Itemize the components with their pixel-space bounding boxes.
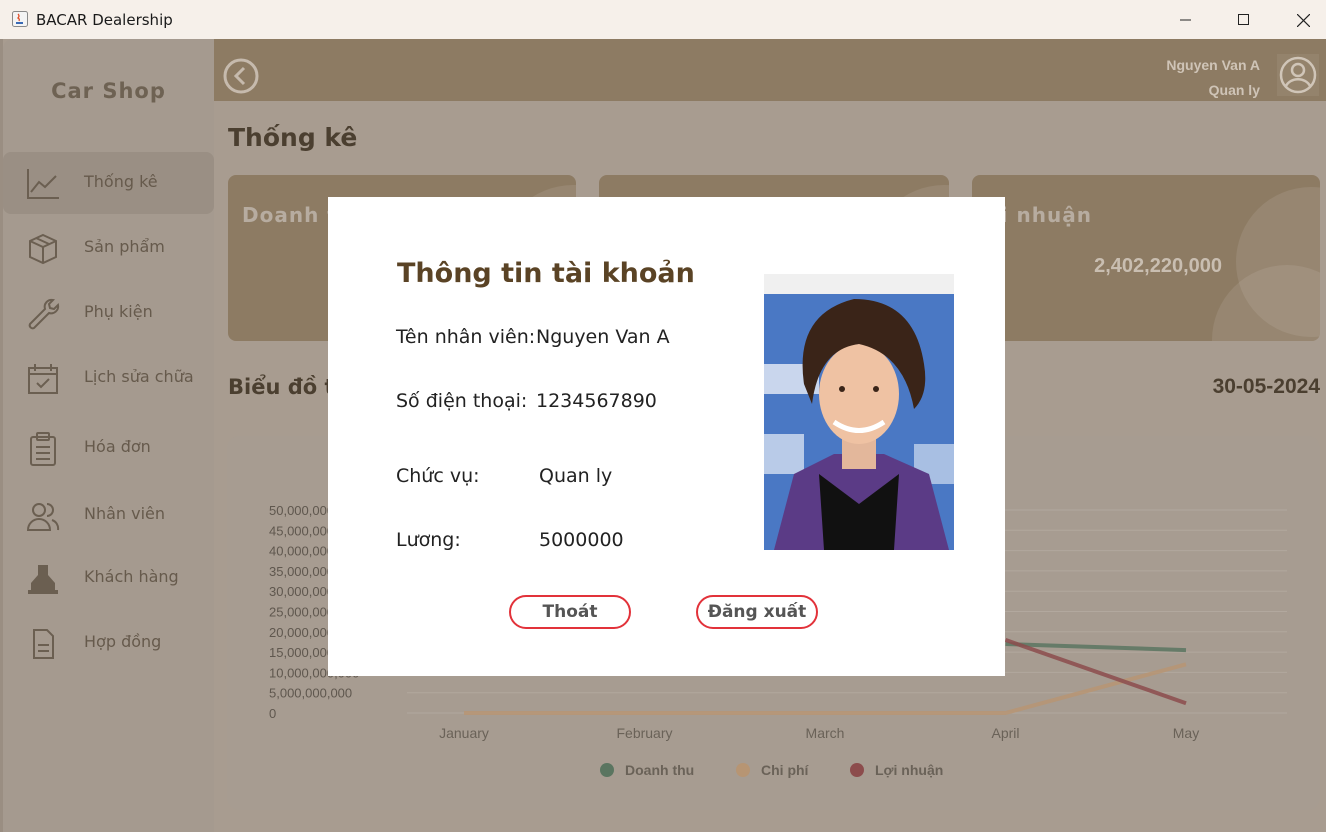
chart-title: Biểu đồ t: [228, 375, 335, 399]
chart-x-tick-label: March: [806, 725, 845, 741]
calendar-check-icon: [28, 364, 58, 394]
header-user-role: Quan ly: [1208, 82, 1260, 98]
stat-card-value: 2,402,220,000: [1094, 255, 1222, 277]
java-app-icon: [12, 11, 28, 27]
employee-photo: [764, 274, 954, 550]
minimize-icon: [1180, 19, 1191, 21]
users-icon: [26, 503, 60, 531]
chart-x-tick-label: January: [439, 725, 489, 741]
chart-legend-label: Chi phí: [761, 762, 810, 778]
document-icon: [33, 629, 54, 659]
sidebar-item-label: Hóa đơn: [84, 437, 151, 456]
chart-y-tick-label: 5,000,000,000: [269, 686, 352, 701]
employee-name-label: Tên nhân viên:: [396, 326, 536, 348]
sidebar-item-label: Khách hàng: [84, 567, 179, 586]
sidebar-item-san-pham[interactable]: Sản phẩm: [3, 217, 214, 279]
position-label: Chức vụ:: [396, 465, 480, 487]
stat-card-label: Doanh t: [242, 203, 338, 227]
dialog-title: Thông tin tài khoản: [397, 258, 695, 289]
salary-value: 5000000: [539, 529, 624, 551]
date-label: 30-05-2024: [1212, 375, 1320, 398]
sidebar-item-nhan-vien[interactable]: Nhân viên: [3, 484, 214, 546]
window-title: BACAR Dealership: [36, 11, 173, 29]
minimize-button[interactable]: [1163, 6, 1209, 34]
chart-legend-marker: [850, 763, 864, 777]
sidebar-item-hop-dong[interactable]: Hợp đồng: [3, 612, 214, 674]
chart-y-tick-label: 0: [269, 706, 276, 721]
close-icon: [1296, 13, 1310, 27]
sidebar: Car Shop Thống kê Sản phẩm Phụ kiện Lịch…: [3, 39, 214, 832]
chart-legend-marker: [600, 763, 614, 777]
trend-chart-icon: [27, 169, 59, 199]
position-value: Quan ly: [539, 465, 613, 487]
stat-card-profit: ợi nhuận 2,402,220,000: [972, 175, 1320, 341]
chart-x-tick-label: May: [1173, 725, 1199, 741]
sidebar-item-label: Lịch sửa chữa: [84, 367, 194, 386]
close-window-button[interactable]: [1280, 6, 1326, 34]
back-arrow-icon[interactable]: [222, 57, 260, 95]
maximize-icon: [1238, 14, 1249, 25]
sidebar-item-label: Nhân viên: [84, 504, 166, 523]
wrench-icon: [28, 298, 60, 330]
maximize-button[interactable]: [1221, 6, 1267, 34]
phone-label: Số điện thoại:: [396, 390, 528, 412]
sidebar-item-lich-sua-chua[interactable]: Lịch sửa chữa: [3, 347, 214, 409]
clipboard-icon: [30, 432, 56, 466]
customer-icon: [28, 565, 58, 594]
user-avatar-icon[interactable]: [1277, 54, 1319, 96]
sidebar-item-phu-kien[interactable]: Phụ kiện: [3, 282, 214, 344]
exit-button[interactable]: Thoát: [509, 595, 631, 629]
box-icon: [29, 233, 57, 265]
window-titlebar: BACAR Dealership: [0, 0, 1326, 39]
logout-button[interactable]: Đăng xuất: [696, 595, 818, 629]
top-bar: Nguyen Van A Quan ly: [214, 39, 1326, 101]
page-title: Thống kê: [228, 123, 358, 152]
sidebar-item-thong-ke[interactable]: Thống kê: [3, 152, 214, 214]
brand-title: Car Shop: [51, 79, 166, 103]
salary-label: Lương:: [396, 529, 461, 551]
sidebar-item-label: Hợp đồng: [84, 632, 162, 651]
phone-value: 1234567890: [536, 390, 657, 412]
header-user-name: Nguyen Van A: [1166, 57, 1260, 73]
sidebar-item-label: Thống kê: [84, 172, 158, 191]
sidebar-item-hoa-don[interactable]: Hóa đơn: [3, 417, 214, 479]
chart-legend-label: Lợi nhuận: [875, 762, 943, 778]
sidebar-item-label: Sản phẩm: [84, 237, 165, 256]
account-info-dialog: Thông tin tài khoản Tên nhân viên: Nguye…: [328, 197, 1005, 676]
chart-legend-label: Doanh thu: [625, 762, 694, 778]
sidebar-item-label: Phụ kiện: [84, 302, 153, 321]
chart-legend-marker: [736, 763, 750, 777]
employee-name-value: Nguyen Van A: [536, 326, 670, 348]
sidebar-item-khach-hang[interactable]: Khách hàng: [3, 547, 214, 609]
chart-x-tick-label: April: [991, 725, 1019, 741]
chart-x-tick-label: February: [616, 725, 672, 741]
